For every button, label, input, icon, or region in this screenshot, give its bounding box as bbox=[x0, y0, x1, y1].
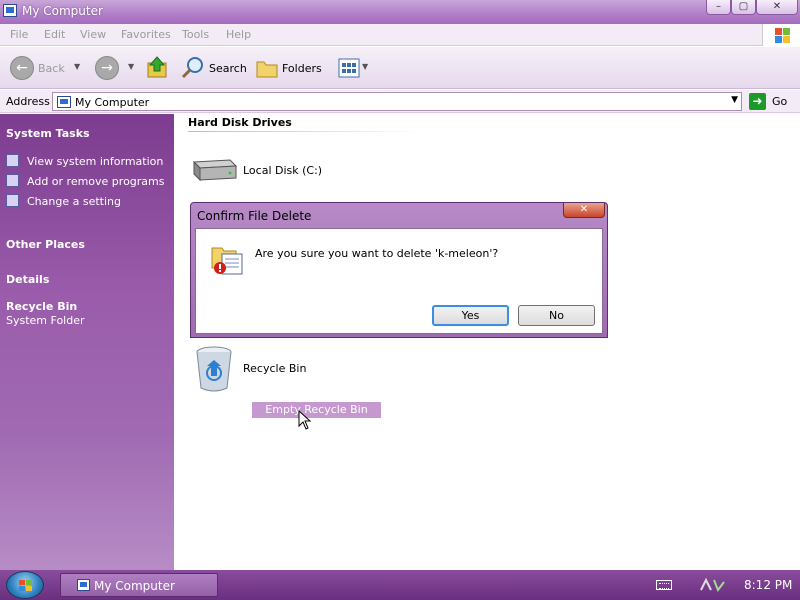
local-disk-label[interactable]: Local Disk (C:) bbox=[243, 164, 322, 177]
details-heading[interactable]: Details bbox=[6, 273, 49, 286]
my-computer-icon bbox=[57, 96, 71, 108]
system-clock[interactable]: 8:12 PM bbox=[744, 578, 792, 592]
group-divider bbox=[188, 131, 425, 132]
my-computer-icon bbox=[77, 579, 90, 591]
delete-file-warning-icon bbox=[211, 247, 243, 275]
search-icon[interactable] bbox=[181, 56, 205, 80]
task-add-remove-programs[interactable]: Add or remove programs bbox=[6, 174, 165, 188]
yes-button[interactable]: Yes bbox=[432, 305, 509, 326]
back-arrow-icon[interactable]: ← bbox=[10, 56, 34, 80]
task-change-setting[interactable]: Change a setting bbox=[6, 194, 121, 208]
taskbar-button-label: My Computer bbox=[94, 579, 175, 593]
address-value: My Computer bbox=[75, 96, 150, 109]
forward-dropdown-icon[interactable]: ▼ bbox=[128, 62, 134, 71]
other-places-heading[interactable]: Other Places bbox=[6, 238, 85, 251]
taskbar-button-my-computer[interactable]: My Computer bbox=[60, 573, 218, 597]
system-tasks-heading[interactable]: System Tasks bbox=[6, 127, 90, 140]
keyboard-icon[interactable] bbox=[656, 580, 672, 590]
task-label: Add or remove programs bbox=[27, 175, 165, 188]
views-icon[interactable] bbox=[338, 58, 360, 78]
back-dropdown-icon[interactable]: ▼ bbox=[74, 62, 80, 71]
dialog-body: Are you sure you want to delete 'k-meleo… bbox=[195, 228, 603, 334]
address-label: Address bbox=[6, 95, 50, 108]
network-icon[interactable] bbox=[698, 576, 728, 594]
menu-favorites[interactable]: Favorites bbox=[121, 28, 171, 41]
menu-edit[interactable]: Edit bbox=[44, 28, 65, 41]
up-folder-icon[interactable] bbox=[146, 55, 168, 79]
menu-help[interactable]: Help bbox=[226, 28, 251, 41]
details-type: System Folder bbox=[6, 314, 85, 327]
task-pane: System Tasks View system information Add… bbox=[0, 114, 174, 570]
no-button[interactable]: No bbox=[518, 305, 595, 326]
go-button[interactable]: Go bbox=[772, 95, 787, 108]
empty-recycle-bin-button[interactable]: Empty Recycle Bin bbox=[252, 402, 381, 418]
folders-icon[interactable] bbox=[255, 57, 279, 79]
windows-logo-icon bbox=[762, 24, 800, 46]
group-heading: Hard Disk Drives bbox=[188, 116, 292, 129]
go-arrow-icon[interactable]: ➜ bbox=[749, 93, 766, 110]
forward-arrow-icon[interactable]: → bbox=[95, 56, 119, 80]
address-field[interactable]: My Computer ▼ bbox=[52, 92, 742, 111]
windows-flag-icon bbox=[19, 580, 32, 591]
confirm-delete-dialog: Confirm File Delete ✕ Are you sure you w… bbox=[190, 202, 608, 338]
dialog-close-button[interactable]: ✕ bbox=[563, 203, 605, 218]
mouse-cursor-icon bbox=[298, 410, 312, 430]
maximize-button[interactable]: ▢ bbox=[731, 0, 756, 15]
back-label[interactable]: Back bbox=[38, 62, 65, 75]
start-button[interactable] bbox=[6, 571, 44, 599]
folders-button[interactable]: Folders bbox=[282, 62, 322, 75]
task-label: Change a setting bbox=[27, 195, 121, 208]
taskbar: My Computer 8:12 PM bbox=[0, 570, 800, 600]
menu-tools[interactable]: Tools bbox=[182, 28, 209, 41]
toolbar: ← Back ▼ → ▼ Search Folders ▼ bbox=[0, 47, 800, 89]
close-button[interactable]: ✕ bbox=[756, 0, 798, 15]
window-title: My Computer bbox=[22, 4, 103, 18]
task-label: View system information bbox=[27, 155, 164, 168]
menu-view[interactable]: View bbox=[80, 28, 106, 41]
title-bar[interactable]: My Computer – ▢ ✕ bbox=[0, 0, 800, 24]
dialog-title: Confirm File Delete bbox=[197, 209, 312, 223]
menu-bar: File Edit View Favorites Tools Help bbox=[0, 24, 800, 46]
details-name: Recycle Bin bbox=[6, 300, 78, 313]
address-bar: Address My Computer ▼ ➜ Go bbox=[0, 90, 800, 113]
menu-file[interactable]: File bbox=[10, 28, 28, 41]
recycle-bin-label[interactable]: Recycle Bin bbox=[243, 362, 306, 375]
search-button[interactable]: Search bbox=[209, 62, 247, 75]
add-remove-programs-icon bbox=[6, 174, 19, 187]
my-computer-icon bbox=[3, 4, 17, 17]
task-view-system-information[interactable]: View system information bbox=[6, 154, 163, 168]
content-pane: Hard Disk Drives Local Disk (C:) Recycle… bbox=[175, 114, 800, 570]
hard-disk-icon[interactable] bbox=[190, 156, 238, 182]
dialog-message: Are you sure you want to delete 'k-meleo… bbox=[255, 247, 499, 260]
address-dropdown-icon[interactable]: ▼ bbox=[731, 95, 738, 105]
minimize-button[interactable]: – bbox=[706, 0, 731, 15]
recycle-bin-icon[interactable] bbox=[195, 346, 233, 392]
system-info-icon bbox=[6, 154, 19, 167]
control-panel-icon bbox=[6, 194, 19, 207]
views-dropdown-icon[interactable]: ▼ bbox=[362, 62, 368, 71]
